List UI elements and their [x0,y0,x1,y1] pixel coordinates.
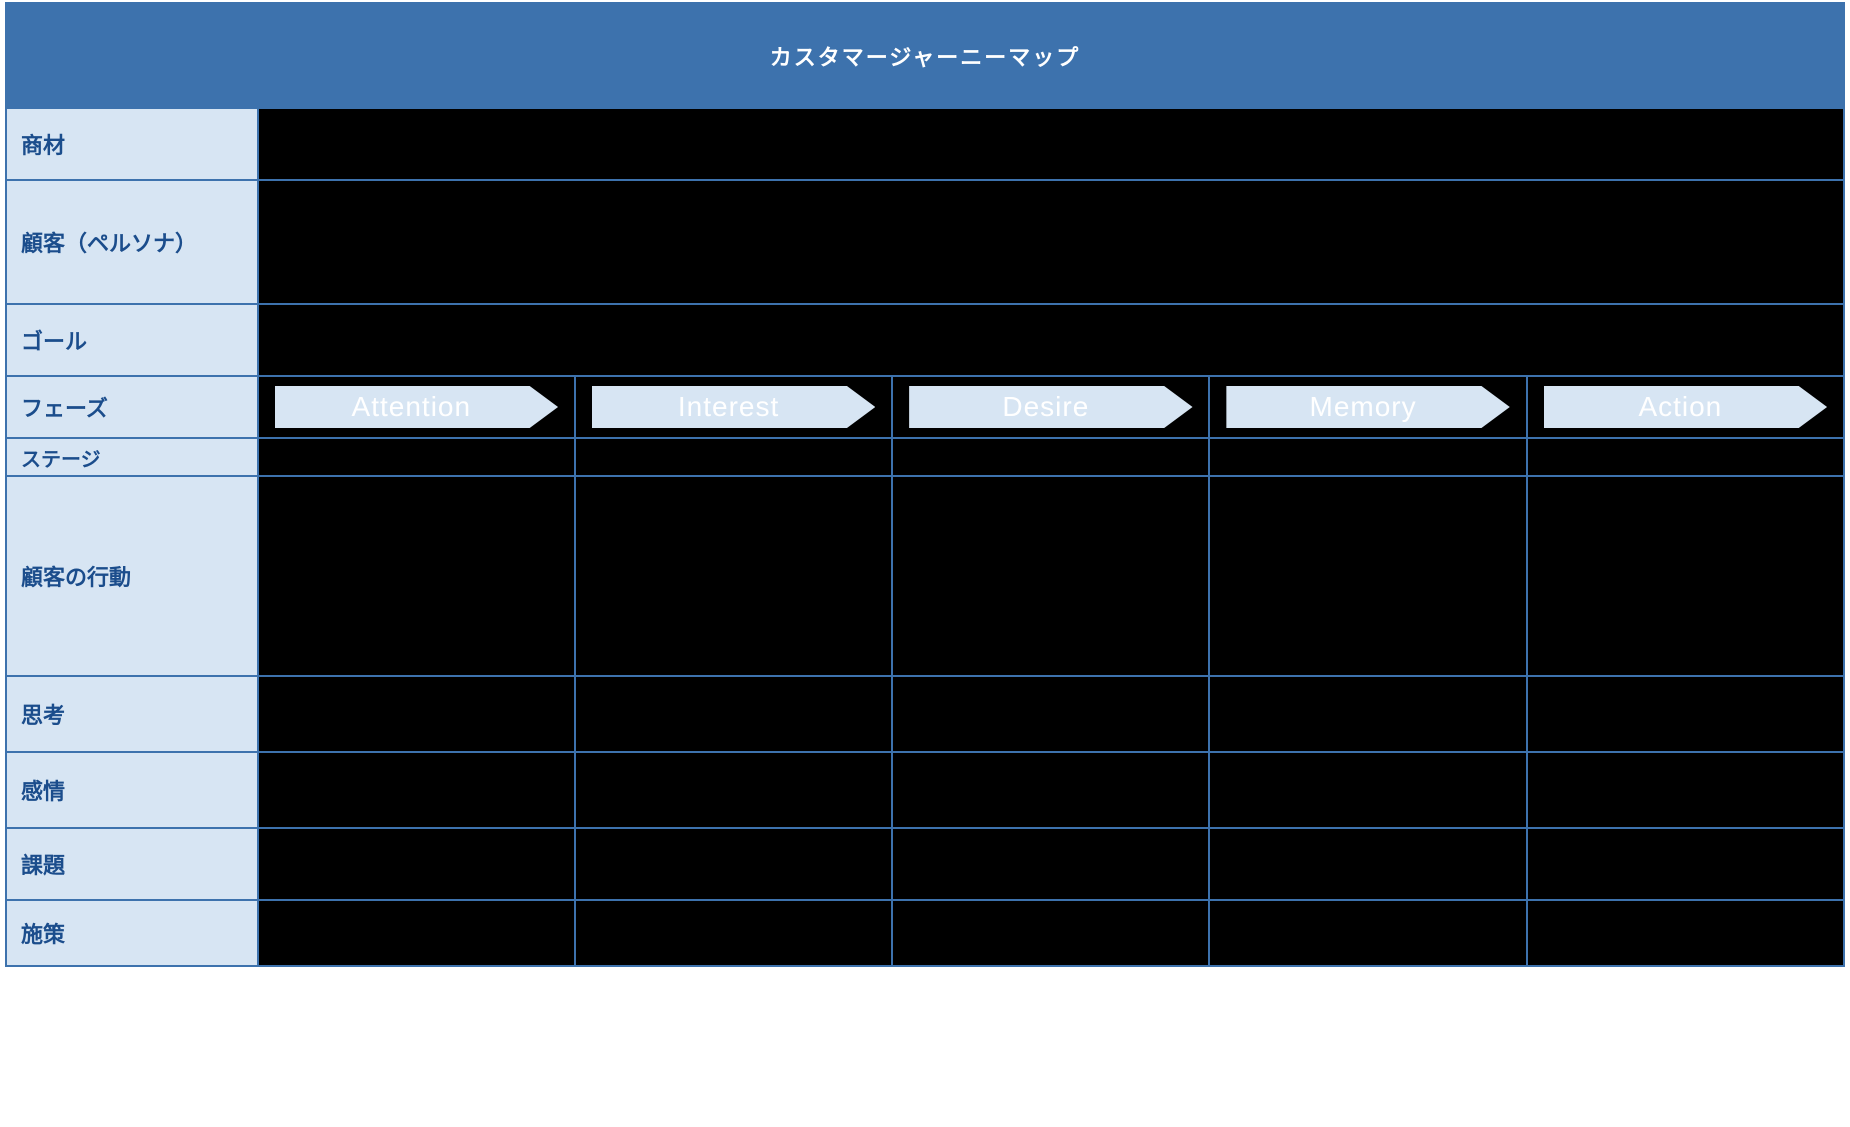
row-label-thought: 思考 [6,676,258,752]
cell-measure-action [1527,900,1844,966]
cell-stage-action [1527,438,1844,476]
cell-issue-interest [575,828,892,900]
cell-feeling-desire [892,752,1209,828]
cell-feeling-attention [258,752,575,828]
map-title: カスタマージャーニーマップ [6,3,1844,108]
cell-issue-memory [1209,828,1526,900]
cell-behavior-interest [575,476,892,676]
cell-thought-memory [1209,676,1526,752]
customer-journey-map: カスタマージャーニーマップ 商材 顧客（ペルソナ） ゴール フェーズ Atten… [5,2,1845,967]
cell-thought-action [1527,676,1844,752]
row-label-feeling: 感情 [6,752,258,828]
cell-feeling-memory [1209,752,1526,828]
phase-arrow-action: Action [1544,386,1827,428]
row-label-stage: ステージ [6,438,258,476]
row-label-persona: 顧客（ペルソナ） [6,180,258,304]
cell-behavior-desire [892,476,1209,676]
row-label-measure: 施策 [6,900,258,966]
row-label-shozai: 商材 [6,108,258,180]
phase-arrow-desire: Desire [909,386,1192,428]
cell-stage-attention [258,438,575,476]
phase-cell-action: Action [1527,376,1844,438]
phase-arrow-interest: Interest [592,386,875,428]
phase-arrow-attention: Attention [275,386,558,428]
cell-goal [258,304,1844,376]
cell-stage-desire [892,438,1209,476]
cell-issue-desire [892,828,1209,900]
cell-feeling-interest [575,752,892,828]
phase-cell-interest: Interest [575,376,892,438]
row-label-goal: ゴール [6,304,258,376]
cell-issue-action [1527,828,1844,900]
cell-measure-desire [892,900,1209,966]
phase-cell-memory: Memory [1209,376,1526,438]
row-label-behavior: 顧客の行動 [6,476,258,676]
cell-stage-memory [1209,438,1526,476]
cell-shozai [258,108,1844,180]
cell-thought-attention [258,676,575,752]
phase-cell-attention: Attention [258,376,575,438]
cell-behavior-attention [258,476,575,676]
cell-feeling-action [1527,752,1844,828]
row-label-issue: 課題 [6,828,258,900]
phase-cell-desire: Desire [892,376,1209,438]
cell-behavior-memory [1209,476,1526,676]
cell-behavior-action [1527,476,1844,676]
cell-measure-attention [258,900,575,966]
cell-measure-memory [1209,900,1526,966]
cell-persona [258,180,1844,304]
cell-stage-interest [575,438,892,476]
cell-thought-desire [892,676,1209,752]
cell-measure-interest [575,900,892,966]
cell-thought-interest [575,676,892,752]
row-label-phase: フェーズ [6,376,258,438]
phase-arrow-memory: Memory [1226,386,1509,428]
cell-issue-attention [258,828,575,900]
